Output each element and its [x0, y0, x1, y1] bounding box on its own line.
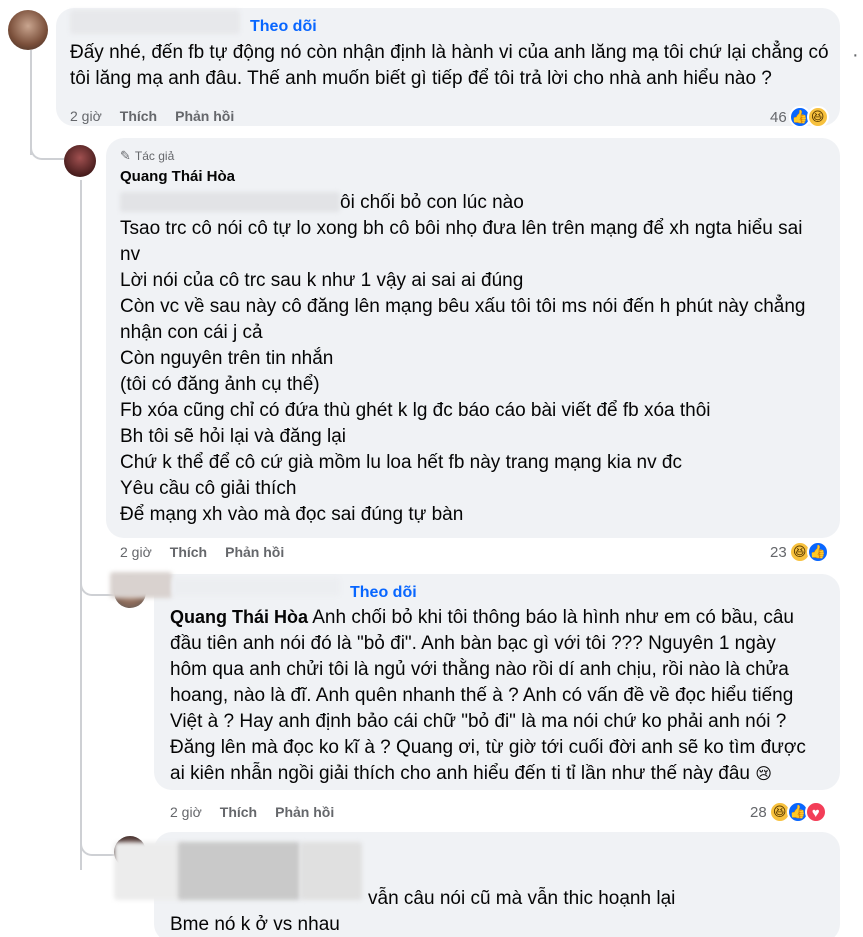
text-line: Để mạng xh vào mà đọc sai đúng tự bàn	[120, 504, 464, 525]
text-line: Lời nói của cô trc sau k như 1 vậy ai sa…	[120, 270, 524, 291]
text-line: nv	[120, 244, 141, 265]
like-button[interactable]: Thích	[120, 108, 157, 124]
pencil-icon: ✎	[120, 148, 131, 163]
comment-text: vẫn câu nói cũ mà vẫn thic hoạnh lại Bme…	[170, 886, 835, 937]
comment-actions: 2 giờ Thích Phản hồi	[170, 804, 334, 820]
comment-text: Đấy nhé, đến fb tự động nó còn nhận định…	[70, 42, 829, 89]
text-line: ôi chối bỏ con lúc nào	[340, 192, 524, 213]
text-line: hôm qua anh chửi tôi là ngủ với thằng nà…	[170, 659, 789, 680]
thread-elbow	[80, 560, 114, 596]
comment-time[interactable]: 2 giờ	[170, 804, 202, 820]
avatar[interactable]	[8, 10, 48, 50]
text-line: vẫn câu nói cũ mà vẫn thic hoạnh lại	[368, 888, 676, 909]
text-segment: ai kiên nhẫn ngồi giải thích cho anh hiể…	[170, 763, 750, 784]
author-name[interactable]: Quang Thái Hòa	[120, 168, 235, 185]
comment-actions: 2 giờ Thích Phản hồi	[70, 108, 234, 124]
like-reaction-icon: 👍	[806, 541, 829, 563]
text-line: Yêu cầu cô giải thích	[120, 478, 297, 499]
comment-time[interactable]: 2 giờ	[120, 544, 152, 560]
text-segment: Anh chối bỏ khi tôi thông báo là hình nh…	[312, 607, 794, 628]
reaction-summary[interactable]: 23 😆 👍	[770, 541, 829, 563]
reaction-summary[interactable]: 46 👍 😆	[770, 106, 829, 128]
text-line: ai kiên nhẫn ngồi giải thích cho anh hiể…	[170, 761, 835, 788]
author-badge: ✎ Tác giả	[120, 148, 174, 164]
crying-emoji-icon: 😢	[755, 766, 772, 783]
text-line: Tsao trc cô nói cô tự lo xong bh cô bôi …	[120, 218, 803, 239]
mention-link[interactable]: Quang Thái Hòa	[170, 607, 308, 627]
like-button[interactable]: Thích	[220, 804, 257, 820]
text-line: Bme nó k ở vs nhau	[170, 914, 340, 935]
reply-button[interactable]: Phản hồi	[225, 544, 284, 560]
redacted-name	[70, 10, 240, 34]
text-line: Việt à ? Hay anh định bảo cái chữ "bỏ đi…	[170, 711, 787, 732]
text-line: Còn nguyên trên tin nhắn	[120, 348, 334, 369]
redacted-name	[172, 578, 340, 596]
haha-reaction-icon: 😆	[806, 106, 829, 128]
reaction-summary[interactable]: 28 😆 👍 ♥	[750, 801, 827, 823]
avatar[interactable]	[64, 145, 96, 177]
comment-text: Quang Thái Hòa Anh chối bỏ khi tôi thông…	[170, 604, 835, 788]
follow-button[interactable]: Theo dõi	[350, 584, 417, 602]
love-reaction-icon: ♥	[804, 801, 827, 823]
reaction-count: 23	[770, 543, 787, 561]
comment-time[interactable]: 2 giờ	[70, 108, 102, 124]
like-button[interactable]: Thích	[170, 544, 207, 560]
redacted-name	[110, 572, 172, 598]
text-line: Đăng lên mà đọc ko kĩ à ? Quang ơi, từ g…	[170, 737, 806, 758]
text-line: Bh tôi sẽ hỏi lại và đăng lại	[120, 426, 347, 447]
text-line: (tôi có đăng ảnh cụ thể)	[120, 374, 320, 395]
follow-button[interactable]: Theo dõi	[250, 18, 317, 36]
more-options-icon[interactable]: ·	[852, 44, 859, 67]
text-line: Chứ k thể để cô cứ già mồm lu loa hết fb…	[120, 452, 682, 473]
comment-text: ôi chối bỏ con lúc nào Tsao trc cô nói c…	[120, 190, 835, 528]
thread-elbow	[30, 120, 64, 160]
text-line: Fb xóa cũng chỉ có đứa thù ghét k lg đc …	[120, 400, 711, 421]
reply-button[interactable]: Phản hồi	[175, 108, 234, 124]
comment-actions: 2 giờ Thích Phản hồi	[120, 544, 284, 560]
thread-line	[80, 180, 82, 870]
reaction-count: 46	[770, 108, 787, 126]
text-line: Quang Thái Hòa Anh chối bỏ khi tôi thông…	[170, 604, 835, 631]
text-line: hoang, nào là đĩ. Anh quên nhanh thế à ?…	[170, 685, 794, 706]
reply-button[interactable]: Phản hồi	[275, 804, 334, 820]
thread-elbow	[80, 820, 114, 856]
text-line: nhận con cái j cả	[120, 322, 263, 343]
text-line: Còn vc về sau này cô đăng lên mạng bêu x…	[120, 296, 806, 317]
reaction-count: 28	[750, 803, 767, 821]
text-line: đầu tiên anh nói đó là "bỏ đi". Anh bàn …	[170, 633, 776, 654]
author-badge-label: Tác giả	[134, 149, 175, 163]
